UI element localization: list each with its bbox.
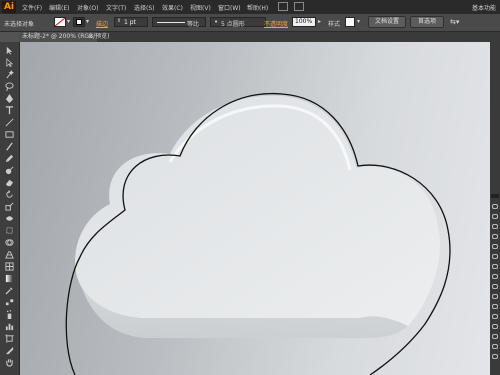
panel-brushes-icon[interactable]	[492, 224, 498, 229]
lasso-tool-icon[interactable]	[4, 82, 15, 91]
line-tool-icon[interactable]	[4, 118, 15, 127]
menu-effect[interactable]: 效果(C)	[162, 3, 183, 12]
opacity-label[interactable]: 不透明度	[264, 19, 288, 28]
panel-graphic-styles-icon[interactable]	[492, 284, 498, 289]
stroke-swatch[interactable]	[73, 17, 85, 27]
stroke-dropdown-icon[interactable]: ▾	[86, 18, 89, 25]
tools-panel	[0, 42, 20, 375]
stroke-stepper-icon[interactable]: ⇕	[117, 18, 121, 24]
artboard-canvas[interactable]	[20, 42, 490, 375]
selection-tool-icon[interactable]	[4, 46, 15, 55]
profile-line	[157, 22, 185, 23]
hand-tool-icon[interactable]	[4, 358, 15, 367]
fill-dropdown-icon[interactable]: ▾	[67, 18, 70, 25]
menu-select[interactable]: 选择(S)	[134, 3, 155, 12]
panel-grip[interactable]	[491, 194, 499, 198]
style-label: 样式	[328, 21, 341, 28]
panel-transparency-icon[interactable]	[492, 264, 498, 269]
brush-definition[interactable]: • 5 点圆形	[210, 17, 266, 28]
panel-symbols-icon[interactable]	[492, 234, 498, 239]
opacity-input[interactable]: 100%	[292, 17, 316, 27]
variable-width-profile[interactable]: 等比	[152, 17, 206, 28]
cloud-shape[interactable]	[75, 95, 441, 338]
free-transform-tool-icon[interactable]	[4, 226, 15, 235]
symbol-sprayer-tool-icon[interactable]	[4, 310, 15, 319]
panel-swatches-icon[interactable]	[492, 214, 498, 219]
panel-transform-icon[interactable]	[492, 334, 498, 339]
stroke-weight-value: 1 pt	[124, 19, 136, 26]
app-logo: Ai	[2, 1, 16, 13]
stroke-label[interactable]: 描边	[96, 19, 108, 28]
shape-builder-tool-icon[interactable]	[4, 238, 15, 247]
artboard-tool-icon[interactable]	[4, 334, 15, 343]
mesh-tool-icon[interactable]	[4, 262, 15, 271]
menu-help[interactable]: 帮助(H)	[247, 3, 268, 12]
direct-selection-tool-icon[interactable]	[4, 58, 15, 67]
menu-view[interactable]: 视图(V)	[190, 3, 211, 12]
fill-swatch[interactable]	[54, 17, 66, 27]
document-tab[interactable]: 未标题-2* @ 200% (RGB/预览) ×	[19, 32, 110, 42]
width-tool-icon[interactable]	[4, 214, 15, 223]
menu-type[interactable]: 文字(T)	[106, 3, 126, 12]
panel-character-icon[interactable]	[492, 344, 498, 349]
paintbrush-tool-icon[interactable]	[4, 142, 15, 151]
panel-gradient-icon[interactable]	[492, 254, 498, 259]
perspective-grid-tool-icon[interactable]	[4, 250, 15, 259]
stroke-color-icon	[76, 19, 82, 25]
pen-tool-icon[interactable]	[4, 94, 15, 103]
pencil-tool-icon[interactable]	[4, 154, 15, 163]
panel-pathfinder-icon[interactable]	[492, 324, 498, 329]
eraser-tool-icon[interactable]	[4, 178, 15, 187]
document-tab-bar: 未标题-2* @ 200% (RGB/预览) ×	[19, 32, 500, 42]
brush-dot-icon: •	[214, 18, 219, 26]
no-fill-icon	[54, 17, 66, 27]
document-tab-title: 未标题-2* @ 200% (RGB/预览)	[22, 33, 110, 40]
profile-label: 等比	[187, 21, 200, 28]
panel-layers-icon[interactable]	[492, 294, 498, 299]
cloud-artwork	[65, 92, 451, 375]
scale-tool-icon[interactable]	[4, 202, 15, 211]
slice-tool-icon[interactable]	[4, 346, 15, 355]
type-tool-icon[interactable]	[4, 106, 15, 115]
panel-align-icon[interactable]	[492, 314, 498, 319]
graphic-style-swatch[interactable]	[345, 17, 355, 27]
panel-artboards-icon[interactable]	[492, 304, 498, 309]
close-tab-icon[interactable]: ×	[88, 32, 93, 42]
stroke-weight-field[interactable]: ⇕ 1 pt	[114, 17, 148, 27]
document-setup-button[interactable]: 文档设置	[368, 16, 406, 28]
panel-appearance-icon[interactable]	[492, 274, 498, 279]
rotate-tool-icon[interactable]	[4, 190, 15, 199]
eyedropper-tool-icon[interactable]	[4, 286, 15, 295]
bridge-icon[interactable]	[278, 2, 288, 11]
blob-brush-tool-icon[interactable]	[4, 166, 15, 175]
menu-bar: Ai 文件(F) 编辑(E) 对象(O) 文字(T) 选择(S) 效果(C) 视…	[0, 0, 500, 14]
align-options-icon[interactable]: ⇆▾	[450, 18, 459, 26]
panel-stroke-icon[interactable]	[492, 244, 498, 249]
menu-object[interactable]: 对象(O)	[77, 3, 98, 12]
panel-color-icon[interactable]	[492, 204, 498, 209]
panel-paragraph-icon[interactable]	[492, 354, 498, 359]
gradient-tool-icon[interactable]	[4, 274, 15, 283]
brush-label: 5 点圆形	[221, 21, 245, 28]
control-panel: 未选择对象 ▾ ▾ 描边 ⇕ 1 pt 等比 • 5 点圆形 不透明度 100%…	[0, 14, 500, 32]
menu-window[interactable]: 窗口(W)	[218, 3, 241, 12]
blend-tool-icon[interactable]	[4, 298, 15, 307]
menu-edit[interactable]: 编辑(E)	[49, 3, 69, 12]
workspace-switcher[interactable]: 基本功能	[472, 3, 496, 12]
opacity-arrow-icon[interactable]: ▸	[318, 18, 321, 25]
magic-wand-tool-icon[interactable]	[4, 70, 15, 79]
arrange-documents-icon[interactable]	[294, 2, 304, 11]
rectangle-tool-icon[interactable]	[4, 130, 15, 139]
menu-file[interactable]: 文件(F)	[22, 3, 42, 12]
style-dropdown-icon[interactable]: ▾	[357, 18, 360, 25]
preferences-button[interactable]: 首选项	[410, 16, 444, 28]
right-panel-dock	[490, 42, 500, 375]
selection-status: 未选择对象	[4, 21, 35, 28]
column-graph-tool-icon[interactable]	[4, 322, 15, 331]
